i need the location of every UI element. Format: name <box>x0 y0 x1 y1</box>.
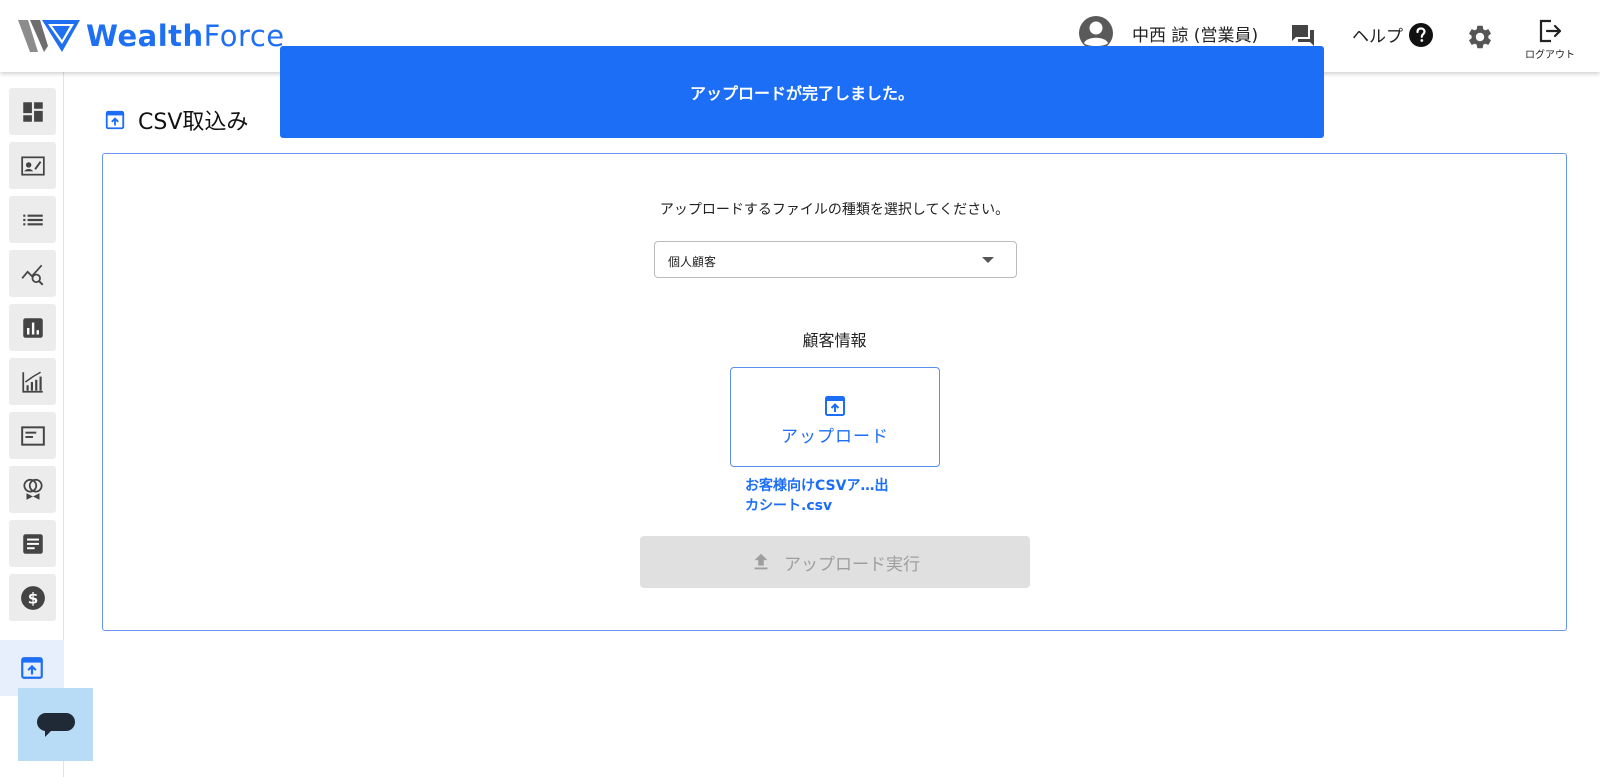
execute-upload-label: アップロード実行 <box>784 554 920 575</box>
sidebar-item-documents[interactable] <box>9 412 56 459</box>
sidebar-item-analytics[interactable] <box>9 250 56 297</box>
contact-card-icon <box>20 155 45 176</box>
list-icon <box>22 214 43 225</box>
csv-import-card: アップロードするファイルの種類を選択してください。 個人顧客 顧客情報 アップロ… <box>102 153 1567 631</box>
logo-text: WealthForce <box>86 19 285 53</box>
page-title-text: CSV取込み <box>138 110 249 135</box>
chat-support-button[interactable] <box>18 688 93 761</box>
svg-text:$: $ <box>27 589 38 607</box>
file-upload-button[interactable]: アップロード <box>730 367 940 467</box>
help-label: ヘルプ <box>1352 27 1403 47</box>
settings-gear-icon[interactable] <box>1466 23 1494 51</box>
sidebar: $ <box>0 72 64 777</box>
sidebar-item-articles[interactable] <box>9 520 56 567</box>
upload-box-icon <box>825 396 845 416</box>
upload-complete-toast: アップロードが完了しました。 <box>280 46 1324 138</box>
wealthforce-logo[interactable]: WealthForce <box>18 18 285 54</box>
user-name: 中西 諒 (営業員) <box>1132 25 1259 46</box>
customer-info-label: 顧客情報 <box>802 331 867 350</box>
rings-icon <box>22 478 43 500</box>
sidebar-item-dashboard[interactable] <box>9 88 56 135</box>
dropdown-caret-icon <box>982 257 994 263</box>
sidebar-item-finance[interactable]: $ <box>9 574 56 621</box>
file-type-selected-value: 個人顧客 <box>668 255 717 269</box>
sidebar-item-list[interactable] <box>9 196 56 243</box>
upload-arrow-icon <box>754 553 768 570</box>
sidebar-item-family[interactable] <box>9 466 56 513</box>
page-title: CSV取込み <box>104 104 248 136</box>
execute-upload-button[interactable]: アップロード実行 <box>640 536 1030 588</box>
article-icon <box>22 533 43 554</box>
growth-chart-icon <box>21 371 43 393</box>
messages-icon[interactable] <box>1290 22 1316 48</box>
analytics-search-icon <box>21 264 43 286</box>
upload-label: アップロード <box>781 427 889 447</box>
upload-box-icon <box>21 657 43 679</box>
bar-chart-icon <box>22 317 43 338</box>
logo-mark-icon <box>18 20 80 52</box>
file-type-instruction: アップロードするファイルの種類を選択してください。 <box>659 202 1010 218</box>
dollar-icon: $ <box>20 585 45 610</box>
selected-file-name[interactable]: お客様向けCSVア…出カシート.csv <box>745 476 895 516</box>
help-link[interactable]: ヘルプ <box>1352 22 1433 47</box>
logout-icon <box>1539 19 1562 43</box>
sidebar-item-performance[interactable] <box>9 358 56 405</box>
toast-message: アップロードが完了しました。 <box>689 84 914 103</box>
upload-box-icon <box>105 110 125 130</box>
document-icon <box>20 425 45 446</box>
dashboard-icon <box>22 101 43 122</box>
help-icon <box>1409 22 1433 47</box>
sidebar-item-contacts[interactable] <box>9 142 56 189</box>
file-type-select[interactable]: 個人顧客 <box>654 241 1017 278</box>
logout-button[interactable]: ログアウト <box>1522 18 1578 61</box>
logout-label: ログアウト <box>1525 50 1575 61</box>
chat-bubble-icon <box>36 712 75 737</box>
sidebar-item-reports[interactable] <box>9 304 56 351</box>
